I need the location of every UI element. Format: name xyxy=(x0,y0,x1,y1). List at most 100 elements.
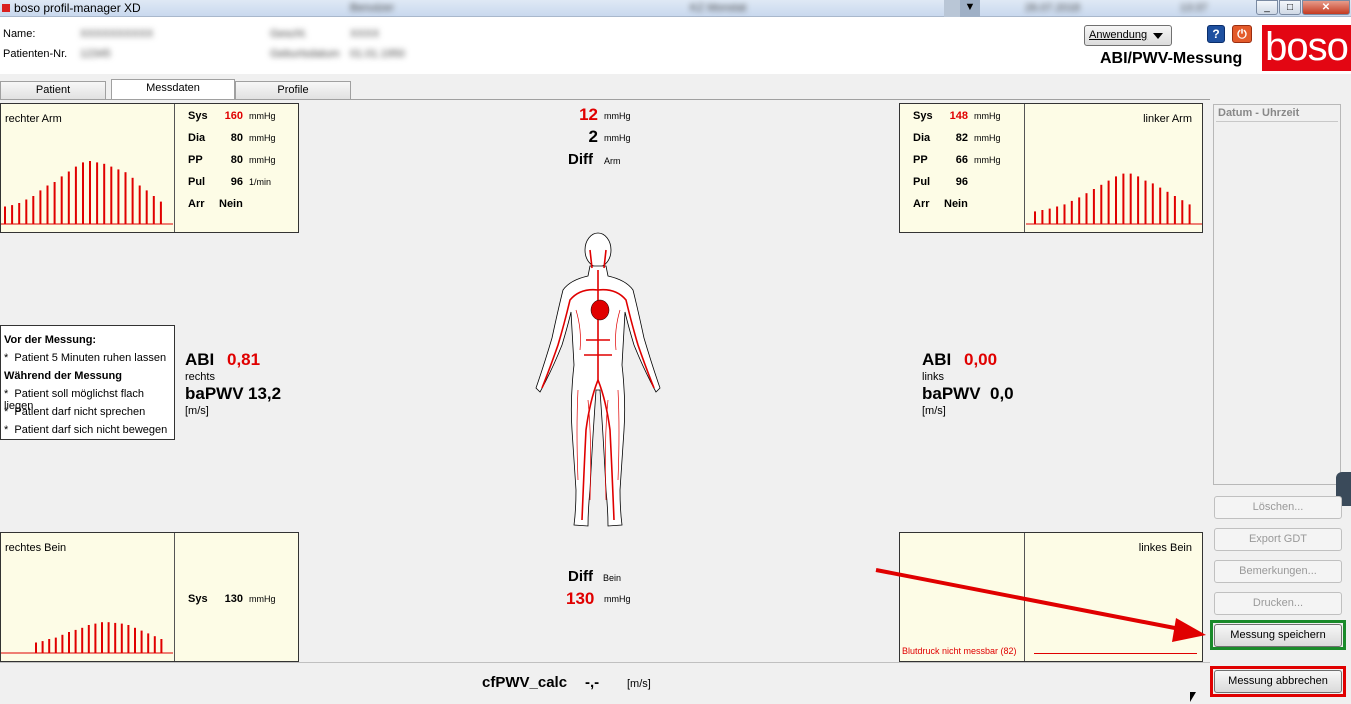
right-leg-label: rechtes Bein xyxy=(5,542,67,554)
diff-arm-sub: Arm xyxy=(604,156,621,166)
right-arm-panel: rechter Arm Sys 160 mmHg Dia 80 mmHg PP 80 mmHg P… xyxy=(0,103,299,233)
waveform-bar xyxy=(153,636,156,653)
value-number: 160 xyxy=(224,110,243,122)
grid-icon[interactable] xyxy=(944,0,960,17)
waveform-bar xyxy=(39,190,42,224)
value-key: Arr xyxy=(188,198,205,210)
tab-messdaten[interactable]: Messdaten xyxy=(111,79,235,100)
waveform-bar xyxy=(107,622,110,653)
measurement-list[interactable]: Datum - Uhrzeit xyxy=(1213,104,1341,485)
tab-patient[interactable]: Patient xyxy=(0,81,106,99)
waveform-bar xyxy=(87,625,90,653)
power-icon[interactable]: ⏻ xyxy=(1232,25,1252,43)
titlebar-info: KZ Monstat xyxy=(690,2,747,14)
gender-label: Geschl. xyxy=(270,28,308,40)
waveform-bar xyxy=(1100,184,1103,224)
abi-right-value: 0,81 xyxy=(227,350,261,369)
diff-leg-label: Diff xyxy=(568,568,593,585)
right-arm-waveform xyxy=(1,161,173,225)
waveform-bar xyxy=(81,627,84,653)
left-arm-label: linker Arm xyxy=(1143,113,1192,125)
waveform-bar xyxy=(147,633,150,653)
waveform-bar xyxy=(68,632,70,653)
boso-logo: boso xyxy=(1262,25,1351,71)
diff-sys-value: 12 xyxy=(579,105,598,124)
bullet: * xyxy=(4,388,9,400)
chevron-down-icon[interactable]: ▼ xyxy=(960,0,980,17)
application-dropdown[interactable]: Anwendung xyxy=(1084,25,1172,46)
value-unit: mmHg xyxy=(249,111,276,121)
waveform-bar xyxy=(67,171,70,224)
titlebar-date: 26.07.2018 xyxy=(1025,2,1081,14)
dob-label: Geburtsdatum xyxy=(270,48,340,60)
waveform-bar xyxy=(46,185,49,224)
value-unit: mmHg xyxy=(249,133,276,143)
value-number: 96 xyxy=(955,176,968,188)
cfpwv-label: cfPWV_calc xyxy=(482,674,568,691)
bapwv-left-value: 0,0 xyxy=(990,384,1014,403)
waveform-bar xyxy=(1107,180,1110,224)
abi-right-side: rechts xyxy=(185,371,215,383)
waveform-bar xyxy=(1041,210,1044,224)
bullet: * xyxy=(4,424,9,436)
waveform-bar xyxy=(138,185,141,224)
waveform-bar xyxy=(53,182,56,224)
waveform-bar xyxy=(1137,176,1140,224)
waveform-bar xyxy=(54,637,57,653)
waveform-bar xyxy=(145,190,148,224)
value-number: 80 xyxy=(230,154,243,166)
waveform-bar xyxy=(110,166,113,224)
waveform-bar xyxy=(1063,204,1066,224)
right-arm-values: Sys 160 mmHg Dia 80 mmHg PP 80 mmHg Pul 96 1/min Arr… xyxy=(175,104,299,232)
waveform-bar xyxy=(134,627,136,653)
left-leg-flatline xyxy=(1034,653,1197,654)
waveform-bar xyxy=(131,177,134,224)
value-unit: mmHg xyxy=(974,133,1001,143)
abi-left-side: links xyxy=(922,371,945,383)
waveform-bar xyxy=(11,205,14,224)
diff-leg-unit: mmHg xyxy=(604,594,631,604)
value-key: Arr xyxy=(913,198,930,210)
print-button[interactable]: Drucken... xyxy=(1214,592,1342,615)
waveform-bar xyxy=(1181,200,1184,224)
waveform-bar xyxy=(25,199,28,224)
export-gdt-button[interactable]: Export GDT xyxy=(1214,528,1342,551)
right-leg-waveform xyxy=(1,622,173,654)
window-titlebar[interactable]: boso profil-manager XD Benutzer KZ Monst… xyxy=(0,0,1351,17)
bapwv-right-unit: [m/s] xyxy=(185,405,209,417)
minimize-button[interactable]: _ xyxy=(1256,0,1278,15)
instruction-item: * Patient darf nicht sprechen xyxy=(4,406,145,418)
cancel-measurement-button[interactable]: Messung abbrechen xyxy=(1214,670,1342,693)
tab-divider xyxy=(0,99,1210,100)
delete-button[interactable]: Löschen... xyxy=(1214,496,1342,519)
help-icon[interactable]: ? xyxy=(1207,25,1225,43)
patient-nr-label: Patienten-Nr. xyxy=(3,48,68,60)
waveform-bar xyxy=(127,625,130,653)
instruction-text: Patient 5 Minuten ruhen lassen xyxy=(14,352,167,364)
mouse-cursor-icon xyxy=(1190,692,1196,702)
value-number: 66 xyxy=(955,154,968,166)
left-arm-values: Sys 148 mmHg Dia 82 mmHg PP 66 mmHg Pul 96 Arr Nein xyxy=(900,104,1024,232)
maximize-button[interactable]: □ xyxy=(1279,0,1301,15)
waveform-bar xyxy=(74,629,77,653)
value-unit: mmHg xyxy=(974,155,1001,165)
titlebar-time: 13:37 xyxy=(1180,2,1208,14)
value-key: Dia xyxy=(188,132,206,144)
waveform-bar xyxy=(1048,208,1051,224)
value-key: Pul xyxy=(188,176,206,188)
waveform-bar xyxy=(160,639,163,653)
abi-left-value: 0,00 xyxy=(964,350,998,369)
value-number: 80 xyxy=(230,132,243,144)
save-measurement-button[interactable]: Messung speichern xyxy=(1214,624,1342,647)
notes-button[interactable]: Bemerkungen... xyxy=(1214,560,1342,583)
panel-divider xyxy=(1024,104,1025,232)
value-key: Sys xyxy=(188,593,208,605)
diff-dia-unit: mmHg xyxy=(604,133,631,143)
waveform-bar xyxy=(96,162,99,224)
instructions-before-heading: Vor der Messung: xyxy=(4,334,97,346)
close-button[interactable]: ✕ xyxy=(1302,0,1350,15)
tab-profile[interactable]: Profile xyxy=(235,81,351,99)
value-key: PP xyxy=(188,154,203,166)
value-number: 148 xyxy=(949,110,968,122)
diff-leg-value: 130 xyxy=(566,589,595,608)
